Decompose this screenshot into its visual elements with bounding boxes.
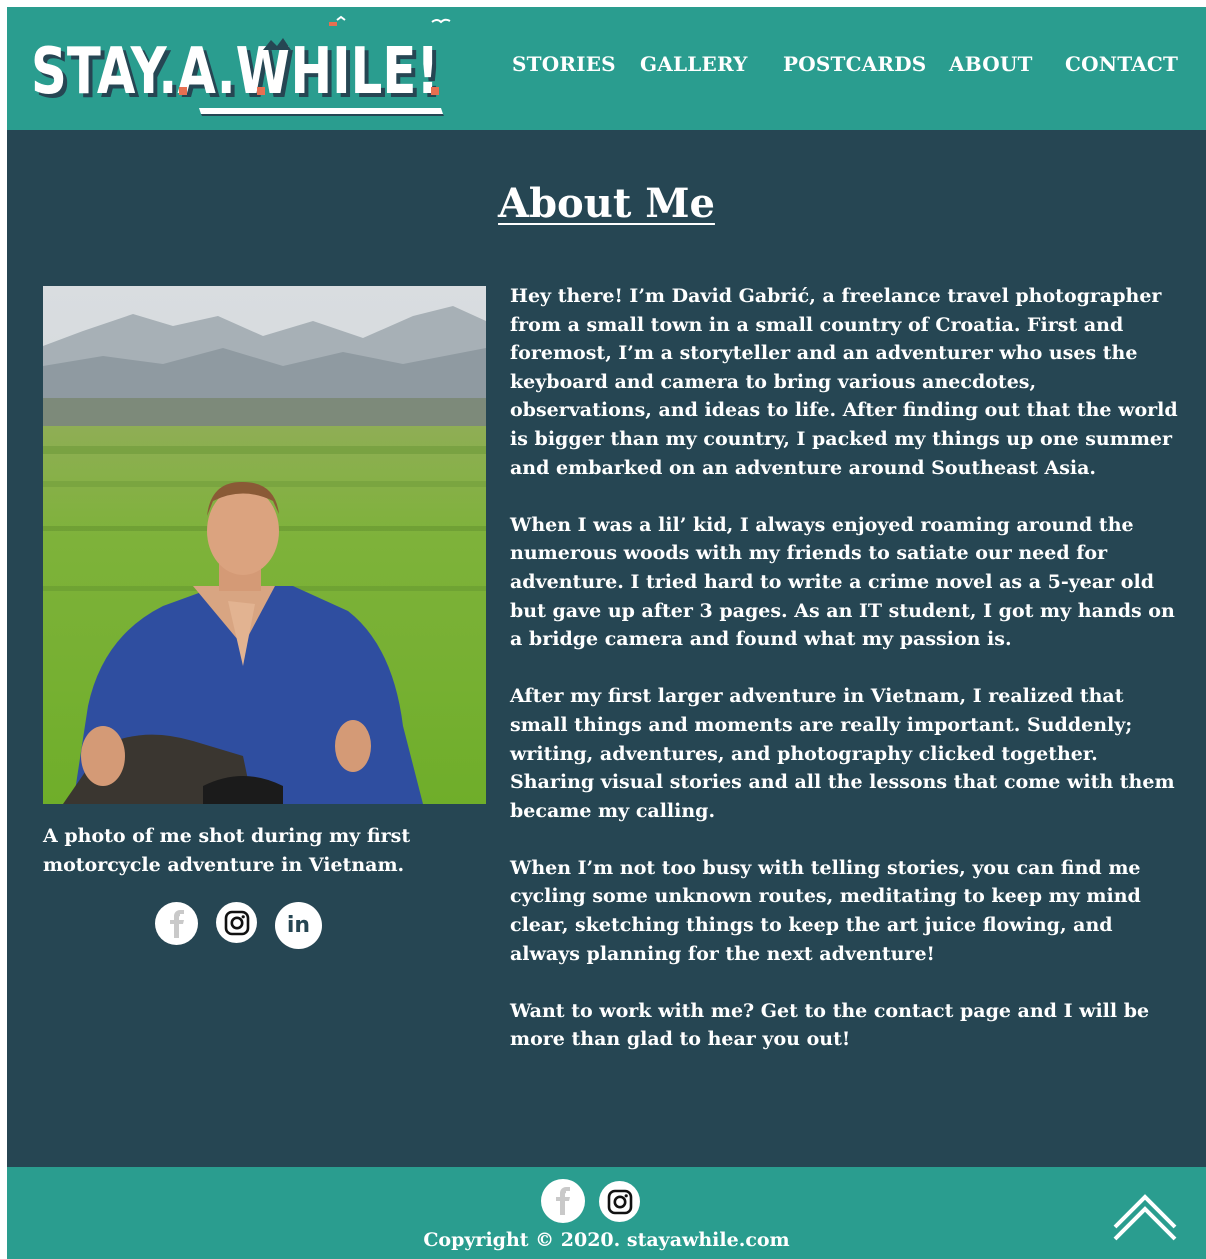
svg-text:STAY.A.WHILE!: STAY.A.WHILE!: [31, 35, 439, 109]
site-header: STAY.A.WHILE! STAY.A.WHILE! STORIES GALL…: [7, 7, 1206, 130]
site-logo[interactable]: STAY.A.WHILE! STAY.A.WHILE!: [29, 12, 454, 122]
facebook-icon[interactable]: [541, 1179, 585, 1223]
page: STAY.A.WHILE! STAY.A.WHILE! STORIES GALL…: [7, 7, 1206, 1259]
nav-contact[interactable]: CONTACT: [1065, 52, 1178, 76]
instagram-icon[interactable]: [216, 902, 257, 943]
bio-paragraph: After my first larger adventure in Vietn…: [510, 685, 1175, 822]
nav-about[interactable]: ABOUT: [949, 52, 1033, 76]
bio-text: Hey there! I’m David Gabrić, a freelance…: [510, 282, 1180, 1083]
bio-paragraph: When I’m not too busy with telling stori…: [510, 856, 1141, 965]
linkedin-glyph: in: [286, 913, 311, 938]
nav-postcards[interactable]: POSTCARDS: [783, 52, 926, 76]
linkedin-icon[interactable]: in: [275, 902, 322, 949]
bio-paragraph: When I was a lil’ kid, I always enjoyed …: [510, 513, 1175, 651]
bio-paragraph: Hey there! I’m David Gabrić, a freelance…: [510, 285, 1178, 479]
photo-caption: A photo of me shot during my first motor…: [43, 825, 411, 876]
copyright-text: Copyright © 2020. stayawhile.com: [423, 1229, 790, 1251]
about-section: About Me A photo of me shot during my fi…: [7, 130, 1206, 1167]
chevron-up-icon[interactable]: [1111, 1187, 1179, 1241]
site-footer: Copyright © 2020. stayawhile.com: [7, 1167, 1206, 1259]
profile-photo: [43, 286, 486, 804]
nav-stories[interactable]: STORIES: [512, 52, 616, 76]
nav-gallery[interactable]: GALLERY: [640, 52, 748, 76]
social-links: in: [155, 902, 475, 952]
instagram-icon[interactable]: [599, 1181, 640, 1222]
logo-graphic: STAY.A.WHILE! STAY.A.WHILE!: [31, 15, 451, 116]
bio-paragraph: Want to work with me? Get to the contact…: [510, 999, 1150, 1051]
page-title: About Me: [498, 180, 715, 227]
facebook-icon[interactable]: [155, 902, 198, 945]
